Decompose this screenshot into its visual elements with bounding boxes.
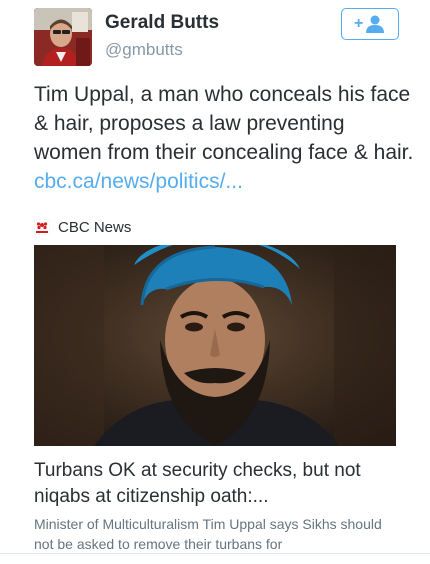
divider: [0, 553, 430, 554]
cbc-logo-icon: [33, 218, 51, 236]
user-name[interactable]: Gerald Butts: [105, 12, 219, 34]
avatar[interactable]: [34, 8, 92, 66]
user-handle[interactable]: @gmbutts: [105, 40, 183, 60]
add-user-icon: +: [353, 14, 387, 34]
card-source[interactable]: CBC News: [33, 216, 132, 238]
follow-button[interactable]: +: [341, 8, 399, 40]
source-name: CBC News: [58, 218, 132, 236]
tweet-header: Gerald Butts @gmbutts +: [0, 0, 430, 78]
svg-text:+: +: [354, 15, 363, 32]
card-image[interactable]: [34, 245, 396, 446]
card-title[interactable]: Turbans OK at security checks, but not n…: [34, 458, 404, 510]
card-description: Minister of Multiculturalism Tim Uppal s…: [34, 516, 382, 552]
tweet-body: Tim Uppal, a man who conceals his face &…: [34, 83, 414, 164]
tweet-link[interactable]: cbc.ca/news/politics/...: [34, 170, 243, 193]
tweet-text: Tim Uppal, a man who conceals his face &…: [34, 80, 414, 196]
